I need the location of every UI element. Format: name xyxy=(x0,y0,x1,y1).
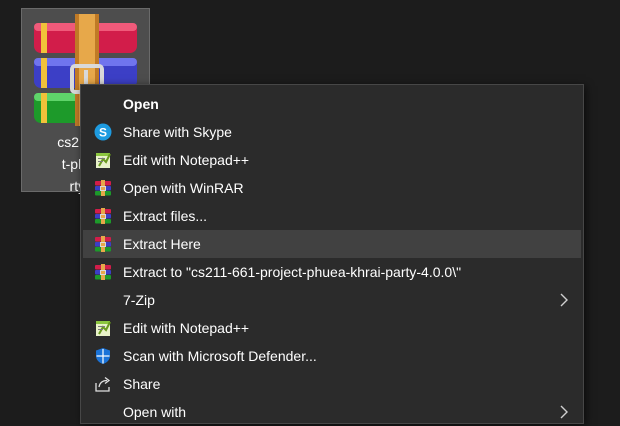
svg-text:S: S xyxy=(99,126,107,140)
winrar-icon xyxy=(95,236,111,252)
menu-item-label: Share xyxy=(123,376,161,392)
menu-item-label: Extract to "cs211-661-project-phuea-khra… xyxy=(123,264,462,280)
menu-item-label: Edit with Notepad++ xyxy=(123,320,250,336)
menu-item-label: Share with Skype xyxy=(123,124,232,140)
notepadpp-icon xyxy=(96,153,111,168)
menu-item-share-with-skype[interactable]: S Share with Skype xyxy=(83,118,581,146)
share-icon xyxy=(95,376,111,392)
menu-item-scan-with-defender[interactable]: Scan with Microsoft Defender... xyxy=(83,342,581,370)
menu-item-label: Open xyxy=(123,96,159,112)
menu-item-label: Open with WinRAR xyxy=(123,180,244,196)
menu-item-label: Extract files... xyxy=(123,208,208,224)
menu-item-label: 7-Zip xyxy=(123,292,155,308)
menu-item-open-with-winrar[interactable]: Open with WinRAR xyxy=(83,174,581,202)
chevron-right-icon xyxy=(560,293,568,307)
context-menu: Open S Share with Skype Edit with Notepa… xyxy=(80,84,584,424)
menu-item-extract-files[interactable]: Extract files... xyxy=(83,202,581,230)
menu-item-extract-to-folder[interactable]: Extract to "cs211-661-project-phuea-khra… xyxy=(83,258,581,286)
menu-item-edit-with-notepadpp-2[interactable]: Edit with Notepad++ xyxy=(83,314,581,342)
defender-shield-icon xyxy=(96,348,110,364)
chevron-right-icon xyxy=(560,405,568,419)
winrar-icon xyxy=(95,208,111,224)
skype-icon: S xyxy=(94,123,112,141)
menu-item-open-with[interactable]: Open with xyxy=(83,398,581,426)
menu-item-edit-with-notepadpp[interactable]: Edit with Notepad++ xyxy=(83,146,581,174)
menu-item-share[interactable]: Share xyxy=(83,370,581,398)
notepadpp-icon xyxy=(96,321,111,336)
winrar-icon xyxy=(95,264,111,280)
winrar-icon xyxy=(95,180,111,196)
menu-item-label: Edit with Notepad++ xyxy=(123,152,250,168)
menu-item-extract-here[interactable]: Extract Here xyxy=(83,230,581,258)
menu-item-7zip[interactable]: 7-Zip xyxy=(83,286,581,314)
menu-item-label: Open with xyxy=(123,404,187,420)
menu-item-label: Scan with Microsoft Defender... xyxy=(123,348,317,364)
menu-item-label: Extract Here xyxy=(123,236,201,252)
menu-item-open[interactable]: Open xyxy=(83,90,581,118)
